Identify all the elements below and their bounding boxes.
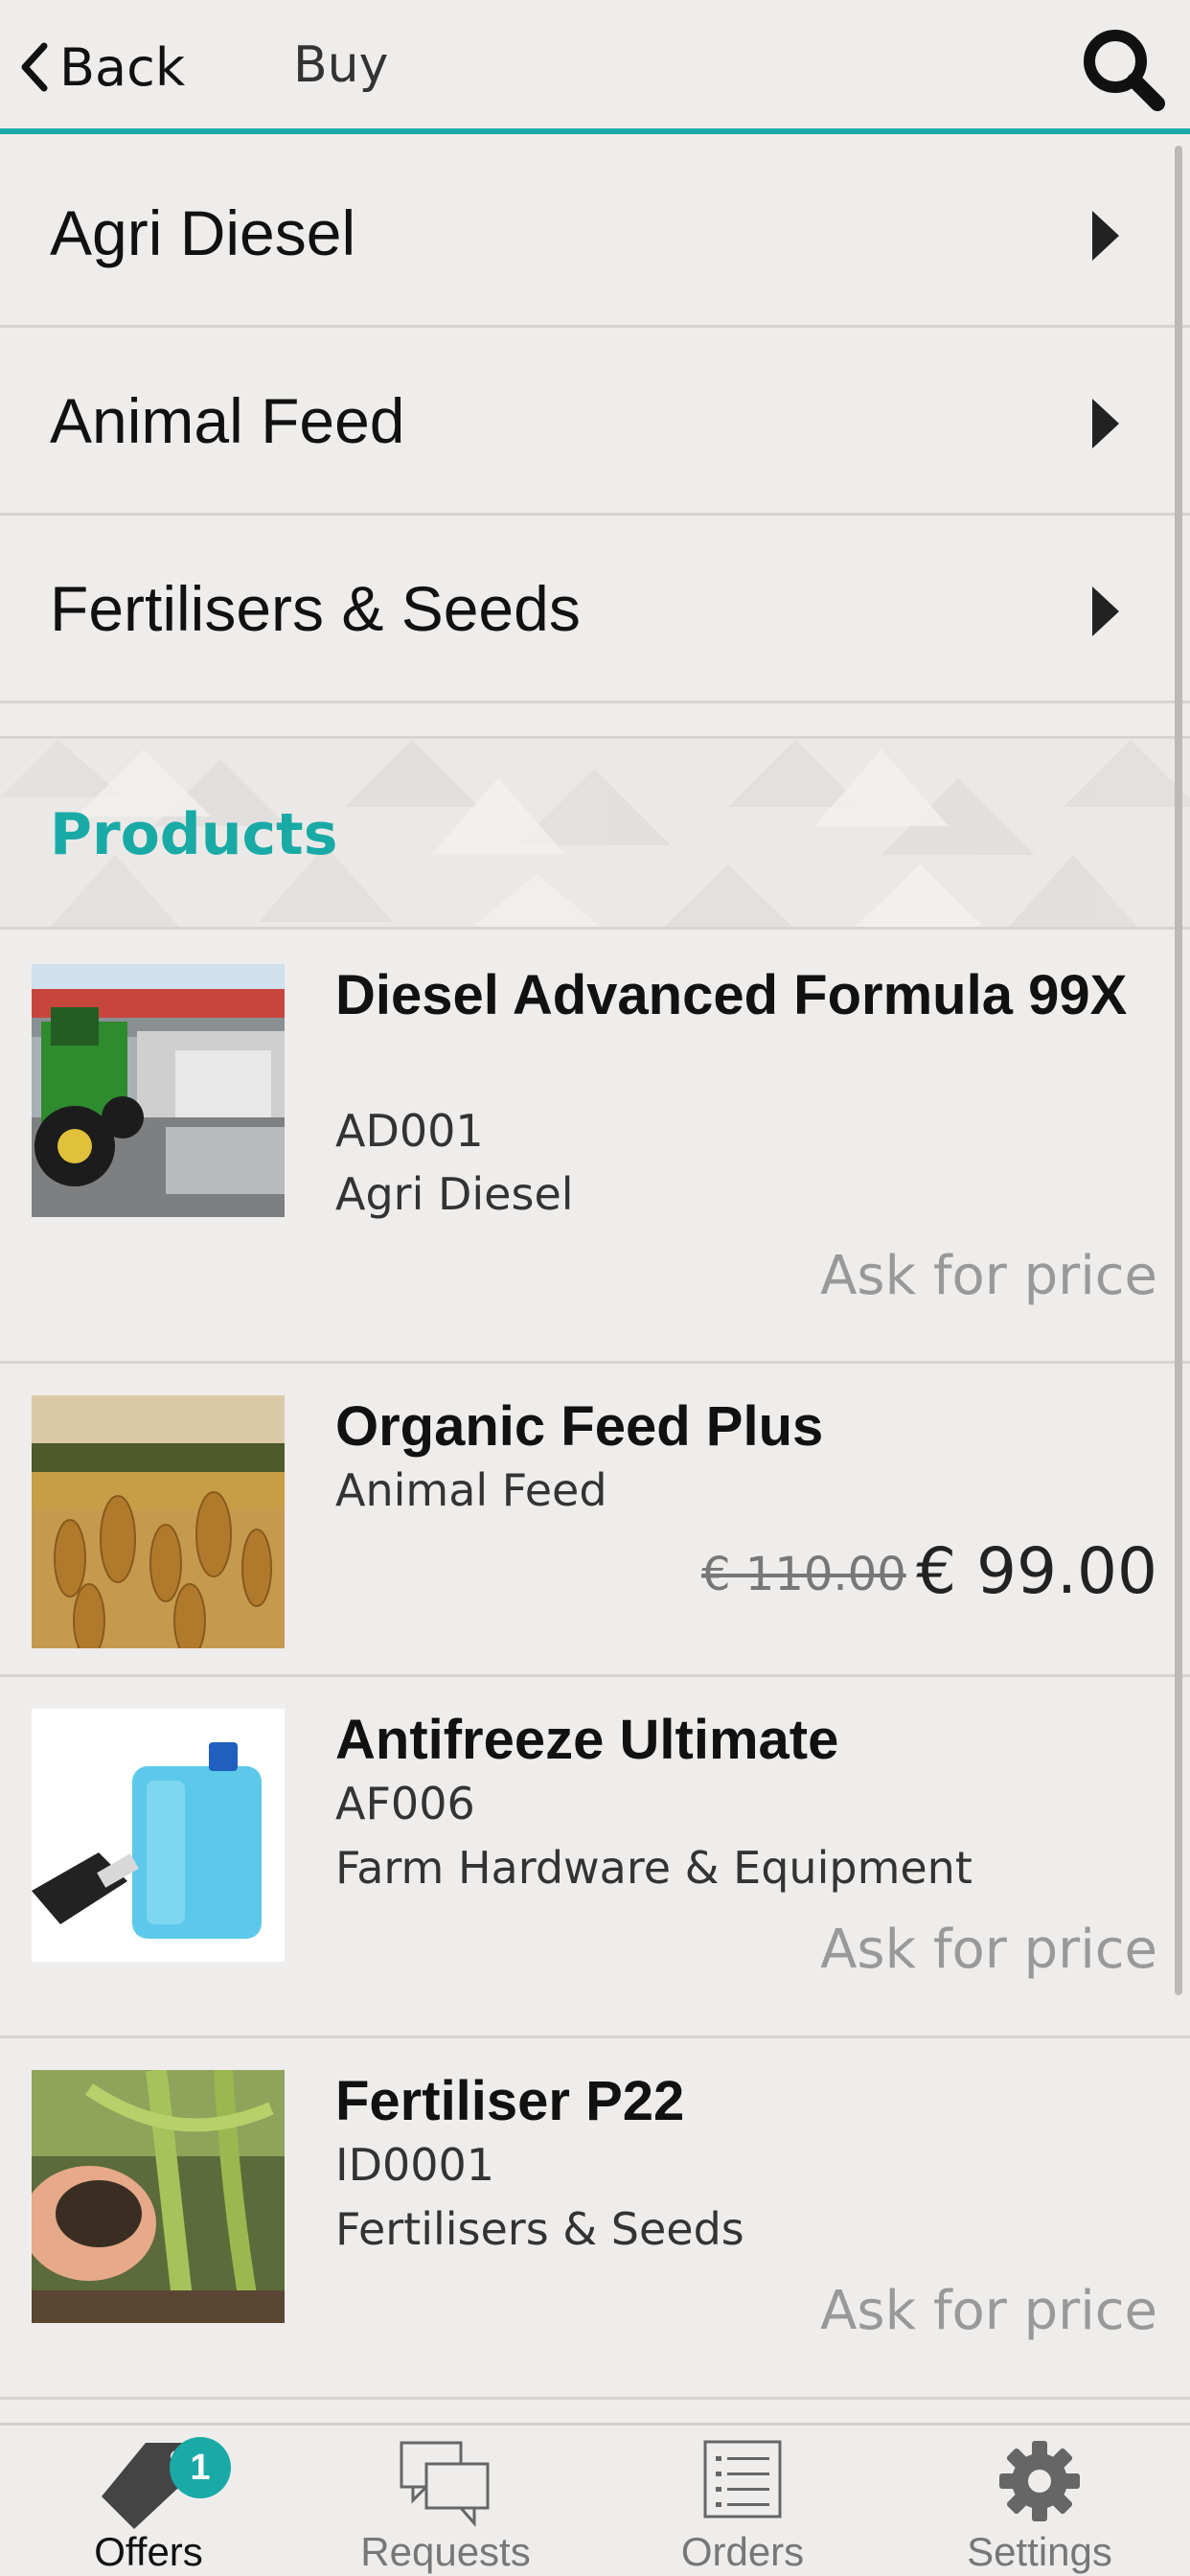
product-category: Agri Diesel [335, 1168, 574, 1220]
product-row[interactable]: Diesel Advanced Formula 99X AD001 Agri D… [0, 932, 1190, 1364]
gear-icon [999, 2441, 1080, 2521]
original-price: € 110.00 [701, 1548, 906, 1601]
product-code: AF006 [335, 1778, 475, 1829]
category-row-agri-diesel[interactable]: Agri Diesel [0, 140, 1190, 328]
section-title: Products [50, 801, 338, 868]
product-code: AD001 [335, 1105, 484, 1157]
category-label: Fertilisers & Seeds [50, 573, 581, 644]
back-label: Back [59, 36, 186, 98]
product-row[interactable]: Fertiliser P22 ID0001 Fertilisers & Seed… [0, 2038, 1190, 2400]
divider [0, 736, 1190, 739]
product-row[interactable]: Antifreeze Ultimate AF006 Farm Hardware … [0, 1677, 1190, 2038]
category-row-fertilisers-seeds[interactable]: Fertilisers & Seeds [0, 516, 1190, 703]
tab-label: Settings [967, 2529, 1112, 2574]
product-name: Diesel Advanced Formula 99X [335, 964, 1128, 1026]
triangle-right-icon [1092, 586, 1119, 636]
product-name: Antifreeze Ultimate [335, 1709, 839, 1771]
tab-settings[interactable]: Settings [891, 2426, 1188, 2576]
product-code: ID0001 [335, 2139, 495, 2191]
product-category: Farm Hardware & Equipment [335, 1842, 973, 1894]
tractor-refuelling-photo [32, 964, 285, 1217]
category-label: Animal Feed [50, 385, 405, 456]
product-category: Animal Feed [335, 1464, 607, 1516]
sale-price: € 99.00 [916, 1534, 1157, 1608]
tab-label: Requests [360, 2529, 531, 2574]
ask-for-price: Ask for price [820, 2280, 1157, 2342]
chat-bubbles-icon [400, 2441, 490, 2527]
ask-for-price: Ask for price [820, 1245, 1157, 1307]
chevron-left-icon [21, 42, 48, 92]
bottom-tab-bar: 1 Offers Requests Orders Settings [0, 2423, 1190, 2576]
scrollbar[interactable] [1175, 146, 1182, 1995]
tab-requests[interactable]: Requests [297, 2426, 594, 2576]
products-section-header: Products [0, 740, 1190, 930]
wheat-field-photo [32, 1395, 285, 1648]
fertiliser-granules-photo [32, 2070, 285, 2323]
tab-label: Offers [94, 2529, 203, 2574]
product-row[interactable]: Organic Feed Plus Animal Feed € 110.00 €… [0, 1364, 1190, 1677]
back-button[interactable]: Back [17, 29, 185, 105]
page-title: Buy [293, 36, 389, 94]
search-icon [1084, 30, 1165, 111]
category-row-animal-feed[interactable]: Animal Feed [0, 328, 1190, 516]
list-icon [703, 2440, 782, 2518]
triangle-right-icon [1092, 399, 1119, 448]
ask-for-price: Ask for price [820, 1919, 1157, 1981]
search-button[interactable] [1077, 23, 1169, 115]
triangle-right-icon [1092, 211, 1119, 261]
tab-offers[interactable]: 1 Offers [0, 2426, 297, 2576]
antifreeze-canister-photo [32, 1709, 285, 1962]
product-name: Organic Feed Plus [335, 1395, 824, 1458]
product-name: Fertiliser P22 [335, 2070, 685, 2132]
tab-orders[interactable]: Orders [594, 2426, 891, 2576]
nav-header: Back Buy [0, 0, 1190, 134]
product-category: Fertilisers & Seeds [335, 2203, 744, 2255]
tab-label: Orders [680, 2529, 805, 2574]
category-label: Agri Diesel [50, 197, 356, 268]
notification-badge: 1 [170, 2437, 231, 2498]
